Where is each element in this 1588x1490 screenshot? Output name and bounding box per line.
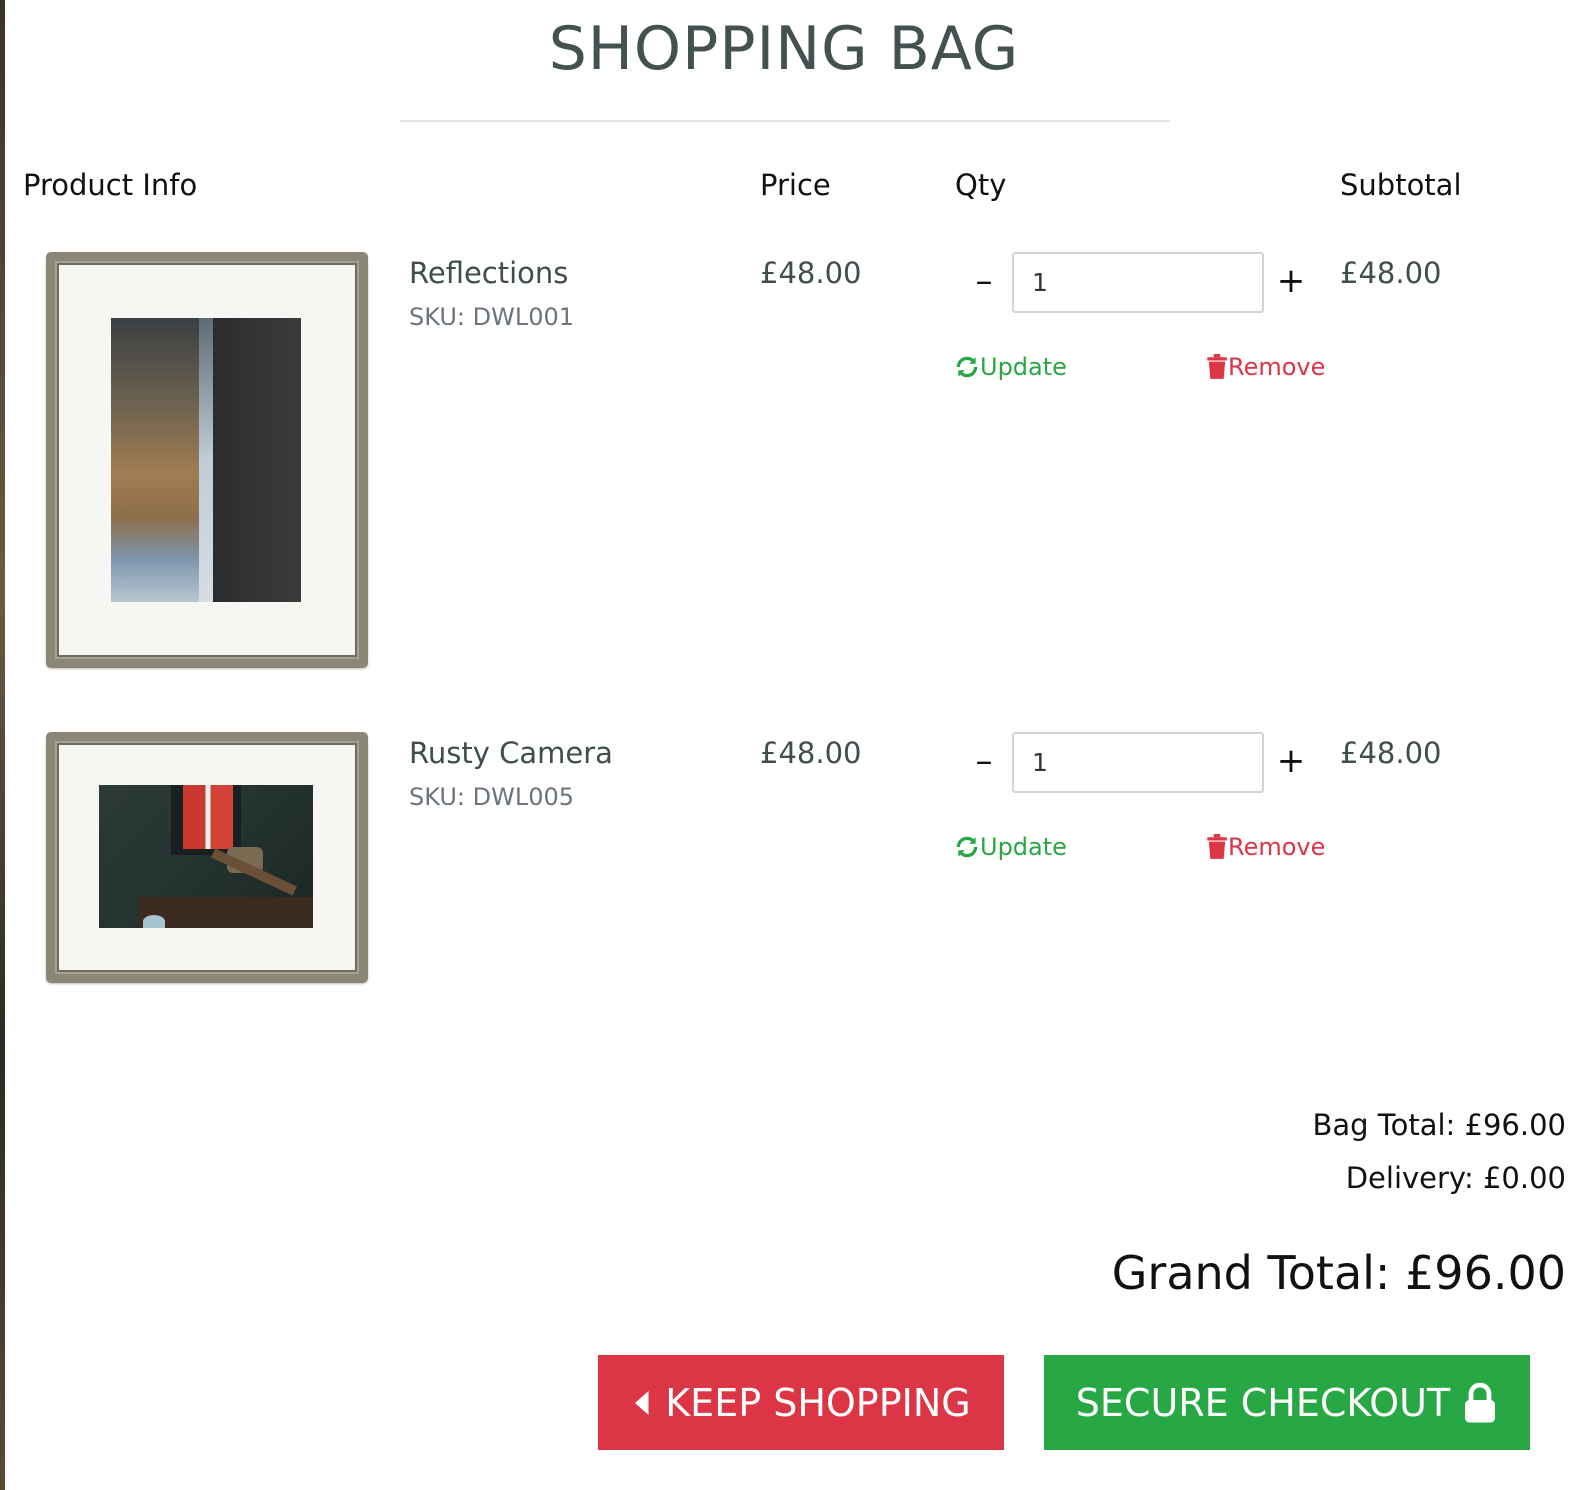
secure-checkout-label: SECURE CHECKOUT [1075,1380,1451,1425]
update-link[interactable]: Update [954,353,1067,381]
caret-left-icon [635,1390,649,1415]
remove-link[interactable]: Remove [1206,833,1325,861]
page-left-edge [0,0,5,1490]
decrement-qty-button[interactable]: – [963,260,1005,302]
keep-shopping-label: KEEP SHOPPING [665,1380,971,1425]
product-image-frame[interactable] [46,732,368,983]
remove-link[interactable]: Remove [1206,353,1325,381]
qty-input[interactable] [1012,252,1264,313]
refresh-icon [956,356,978,378]
update-label: Update [980,833,1067,861]
secure-checkout-button[interactable]: SECURE CHECKOUT [1044,1355,1530,1450]
column-header-product-info: Product Info [23,168,198,202]
delivery-cost: Delivery: £0.00 [1345,1161,1566,1195]
product-photo-reflections [111,318,301,602]
lock-icon [1465,1382,1496,1422]
product-subtotal: £48.00 [1340,256,1442,290]
trash-icon [1207,834,1227,859]
column-header-subtotal: Subtotal [1340,168,1462,202]
column-header-qty: Qty [955,168,1007,202]
update-label: Update [980,353,1067,381]
bag-total: Bag Total: £96.00 [1312,1108,1566,1142]
keep-shopping-button[interactable]: KEEP SHOPPING [598,1355,1004,1450]
refresh-icon [956,836,978,858]
remove-label: Remove [1228,353,1326,381]
product-image-frame[interactable] [46,252,368,668]
page-title: SHOPPING BAG [548,14,1020,84]
grand-total: Grand Total: £96.00 [1111,1246,1566,1300]
product-photo-rusty-camera [99,785,313,928]
trash-icon [1207,354,1227,379]
product-price: £48.00 [760,736,862,770]
title-divider [400,120,1170,122]
product-price: £48.00 [760,256,862,290]
increment-qty-button[interactable]: + [1270,740,1312,782]
product-sku: SKU: DWL001 [409,303,574,331]
product-name[interactable]: Rusty Camera [409,736,613,770]
increment-qty-button[interactable]: + [1270,260,1312,302]
product-name[interactable]: Reflections [409,256,568,290]
product-subtotal: £48.00 [1340,736,1442,770]
decrement-qty-button[interactable]: – [963,740,1005,782]
update-link[interactable]: Update [954,833,1067,861]
remove-label: Remove [1228,833,1326,861]
qty-input[interactable] [1012,732,1264,793]
product-sku: SKU: DWL005 [409,783,574,811]
column-header-price: Price [760,168,831,202]
